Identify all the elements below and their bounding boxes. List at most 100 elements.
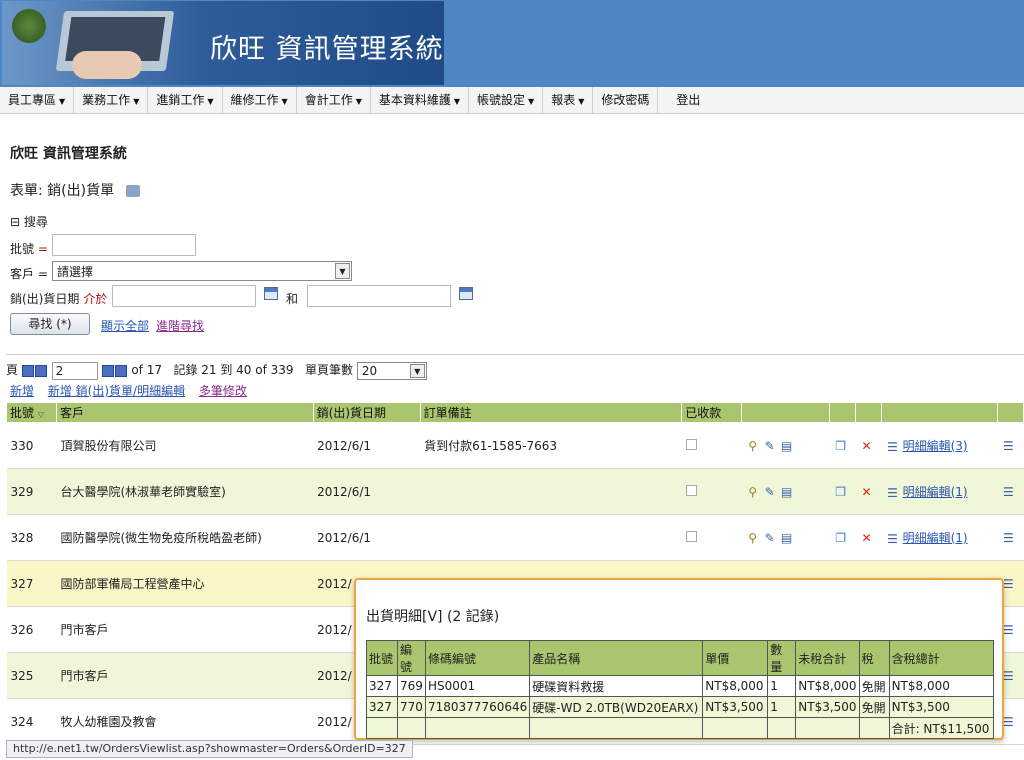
detail-cell: 769 (397, 675, 426, 697)
menu-account-settings[interactable]: 帳號設定 ▼ (469, 87, 544, 114)
advanced-search-link[interactable]: 進階尋找 (156, 317, 204, 334)
menu-repair[interactable]: 維修工作 ▼ (223, 87, 297, 114)
menu-change-password[interactable]: 修改密碼 (593, 87, 659, 114)
next-page-icon[interactable] (101, 364, 114, 377)
col-customer[interactable]: 客戶 (55, 402, 314, 423)
copy-icon[interactable]: ❐ (834, 531, 848, 545)
menu-accounting[interactable]: 會計工作 ▼ (297, 87, 371, 114)
per-page-select[interactable]: 20 ▼ (356, 361, 427, 380)
menu-reports[interactable]: 報表 ▼ (543, 87, 594, 114)
cell-batch: 328 (6, 514, 57, 561)
delete-icon[interactable]: ✕ (860, 531, 874, 545)
printer-icon[interactable] (126, 185, 141, 197)
detail-cell: HS0001 (424, 675, 531, 697)
chevron-down-icon: ▼ (207, 97, 214, 106)
table-row[interactable]: 328 國防醫學院(微生物免疫所稅皓盈老師) 2012/6/1 ⚲ ✎ ▤ ❐ ✕ ☰ 明細編輯(… (6, 514, 1024, 561)
edit-icon[interactable]: ✎ (763, 485, 777, 499)
detail-col: 稅 (858, 640, 890, 676)
table-row[interactable]: 330 頂賀股份有限公司 2012/6/1 貨到付款61-1585-7663 ⚲ ✎ ▤ ❐ ✕… (6, 422, 1024, 469)
cell-detail: ☰ 明細編輯(1) (881, 468, 998, 515)
detail-table: 批號 編號 條碼編號 產品名稱 單價 數量 未稅合計稅含稅總計 327 769 HS0001 硬碟… (366, 640, 994, 739)
view-icon[interactable]: ⚲ (746, 485, 760, 499)
batch-label-text: 批號 (10, 242, 35, 256)
delete-icon[interactable]: ✕ (860, 439, 874, 453)
cell-copy: ❐ (829, 468, 856, 515)
detail-list-icon[interactable]: ☰ (1001, 439, 1015, 453)
col-extra (996, 402, 1024, 423)
batch-input[interactable] (52, 234, 196, 256)
menu-label: 帳號設定 (477, 93, 526, 107)
header: 欣旺 資訊管理系統 (0, 0, 1024, 87)
hands-image (72, 51, 142, 79)
cell-actions: ⚲ ✎ ▤ (741, 468, 830, 515)
col-note[interactable]: 訂單備註 (419, 402, 683, 423)
copy-icon[interactable]: ❐ (834, 439, 848, 453)
search-toggle[interactable]: ⊟ 搜尋 (10, 213, 48, 230)
date-to-input[interactable] (307, 285, 451, 307)
cell-batch: 330 (6, 422, 57, 469)
menu-business[interactable]: 業務工作 ▼ (74, 87, 149, 114)
view-icon[interactable]: ⚲ (746, 531, 760, 545)
form-title-label: 表單: 銷(出)貨單 (10, 183, 115, 199)
detail-edit-link[interactable]: 明細編輯(1) (903, 485, 968, 499)
add-link[interactable]: 新增 (10, 384, 34, 398)
detail-list-icon[interactable]: ☰ (1001, 531, 1015, 545)
menu-master-data[interactable]: 基本資料維護 ▼ (371, 87, 470, 114)
customer-select[interactable]: 請選擇 ▼ (52, 261, 352, 281)
calendar-icon[interactable] (459, 287, 473, 300)
print-icon[interactable]: ▤ (780, 439, 794, 453)
detail-edit-link[interactable]: 明細編輯(1) (903, 531, 968, 545)
menu-sales[interactable]: 進銷工作 ▼ (148, 87, 223, 114)
calendar-icon[interactable] (264, 287, 278, 300)
cell-detail: ☰ 明細編輯(3) (881, 422, 998, 469)
status-bar-url: http://e.net1.tw/OrdersViewlist.asp?show… (6, 740, 413, 758)
table-header: 批號 ▽ 客戶 銷(出)貨日期 訂單備註 已收款 (6, 402, 1024, 423)
cell-customer: 國防部軍備局工程營產中心 (56, 560, 314, 607)
edit-icon[interactable]: ✎ (763, 439, 777, 453)
col-date[interactable]: 銷(出)貨日期 (312, 402, 421, 423)
page-input[interactable]: 2 (51, 361, 98, 380)
detail-header: 批號 編號 條碼編號 產品名稱 單價 數量 未稅合計稅含稅總計 (366, 640, 994, 676)
view-icon[interactable]: ⚲ (746, 439, 760, 453)
cell-note: 貨到付款61-1585-7663 (420, 422, 682, 469)
page-count: of 17 (131, 363, 162, 377)
delete-icon[interactable]: ✕ (860, 485, 874, 499)
detail-list-icon[interactable]: ☰ (1001, 485, 1015, 499)
multi-edit-link[interactable]: 多筆修改 (199, 384, 247, 398)
date-from-input[interactable] (112, 285, 256, 307)
show-all-link[interactable]: 顯示全部 (101, 317, 149, 334)
cell-actions: ⚲ ✎ ▤ (741, 422, 830, 469)
cell-date: 2012/6/1 (313, 468, 421, 515)
detail-cell: NT$3,500 (888, 696, 994, 718)
col-paid[interactable]: 已收款 (681, 402, 743, 423)
chevron-down-icon: ▼ (453, 97, 461, 106)
cell-customer: 國防醫學院(微生物免疫所稅皓盈老師) (56, 514, 314, 561)
print-icon[interactable]: ▤ (780, 531, 794, 545)
detail-col: 產品名稱 (529, 640, 704, 676)
detail-edit-link[interactable]: 明細編輯(3) (903, 439, 968, 453)
last-page-icon[interactable] (114, 364, 127, 377)
menu-bar: 員工專區 ▼ 業務工作 ▼ 進銷工作 ▼ 維修工作 ▼ 會計工作 ▼ 基本資料維護 ▼ 帳號… (0, 87, 1024, 114)
customer-label: 客戶 = (10, 265, 48, 282)
cell-delete: ✕ (855, 422, 882, 469)
chevron-down-icon: ▼ (59, 97, 66, 106)
col-label: 批號 (10, 406, 35, 420)
col-batch[interactable]: 批號 ▽ (6, 402, 57, 423)
detail-cell: NT$8,000 (888, 675, 994, 697)
menu-label: 報表 (551, 93, 576, 107)
detail-cell: 1 (767, 696, 797, 718)
menu-employee[interactable]: 員工專區 ▼ (0, 87, 75, 114)
edit-icon[interactable]: ✎ (763, 531, 777, 545)
menu-logout[interactable]: 登出 (658, 87, 718, 114)
detail-row: 327 770 7180377760646 硬碟-WD 2.0TB(WD20EARX)… (366, 696, 994, 718)
search-button[interactable]: 尋找 (*) (10, 313, 90, 335)
print-icon[interactable]: ▤ (780, 485, 794, 499)
cell-paid (681, 468, 742, 515)
copy-icon[interactable]: ❐ (834, 485, 848, 499)
table-row[interactable]: 329 台大醫學院(林淑華老師實驗室) 2012/6/1 ⚲ ✎ ▤ ❐ ✕ ☰ 明細編輯(1) ☰ (6, 468, 1024, 515)
form-title: 表單: 銷(出)貨單 (10, 180, 141, 200)
add-with-detail-link[interactable]: 新增 銷(出)貨單/明細編輯 (48, 384, 185, 398)
prev-page-icon[interactable] (34, 364, 47, 377)
banner: 欣旺 資訊管理系統 (2, 1, 444, 85)
first-page-icon[interactable] (21, 364, 34, 377)
